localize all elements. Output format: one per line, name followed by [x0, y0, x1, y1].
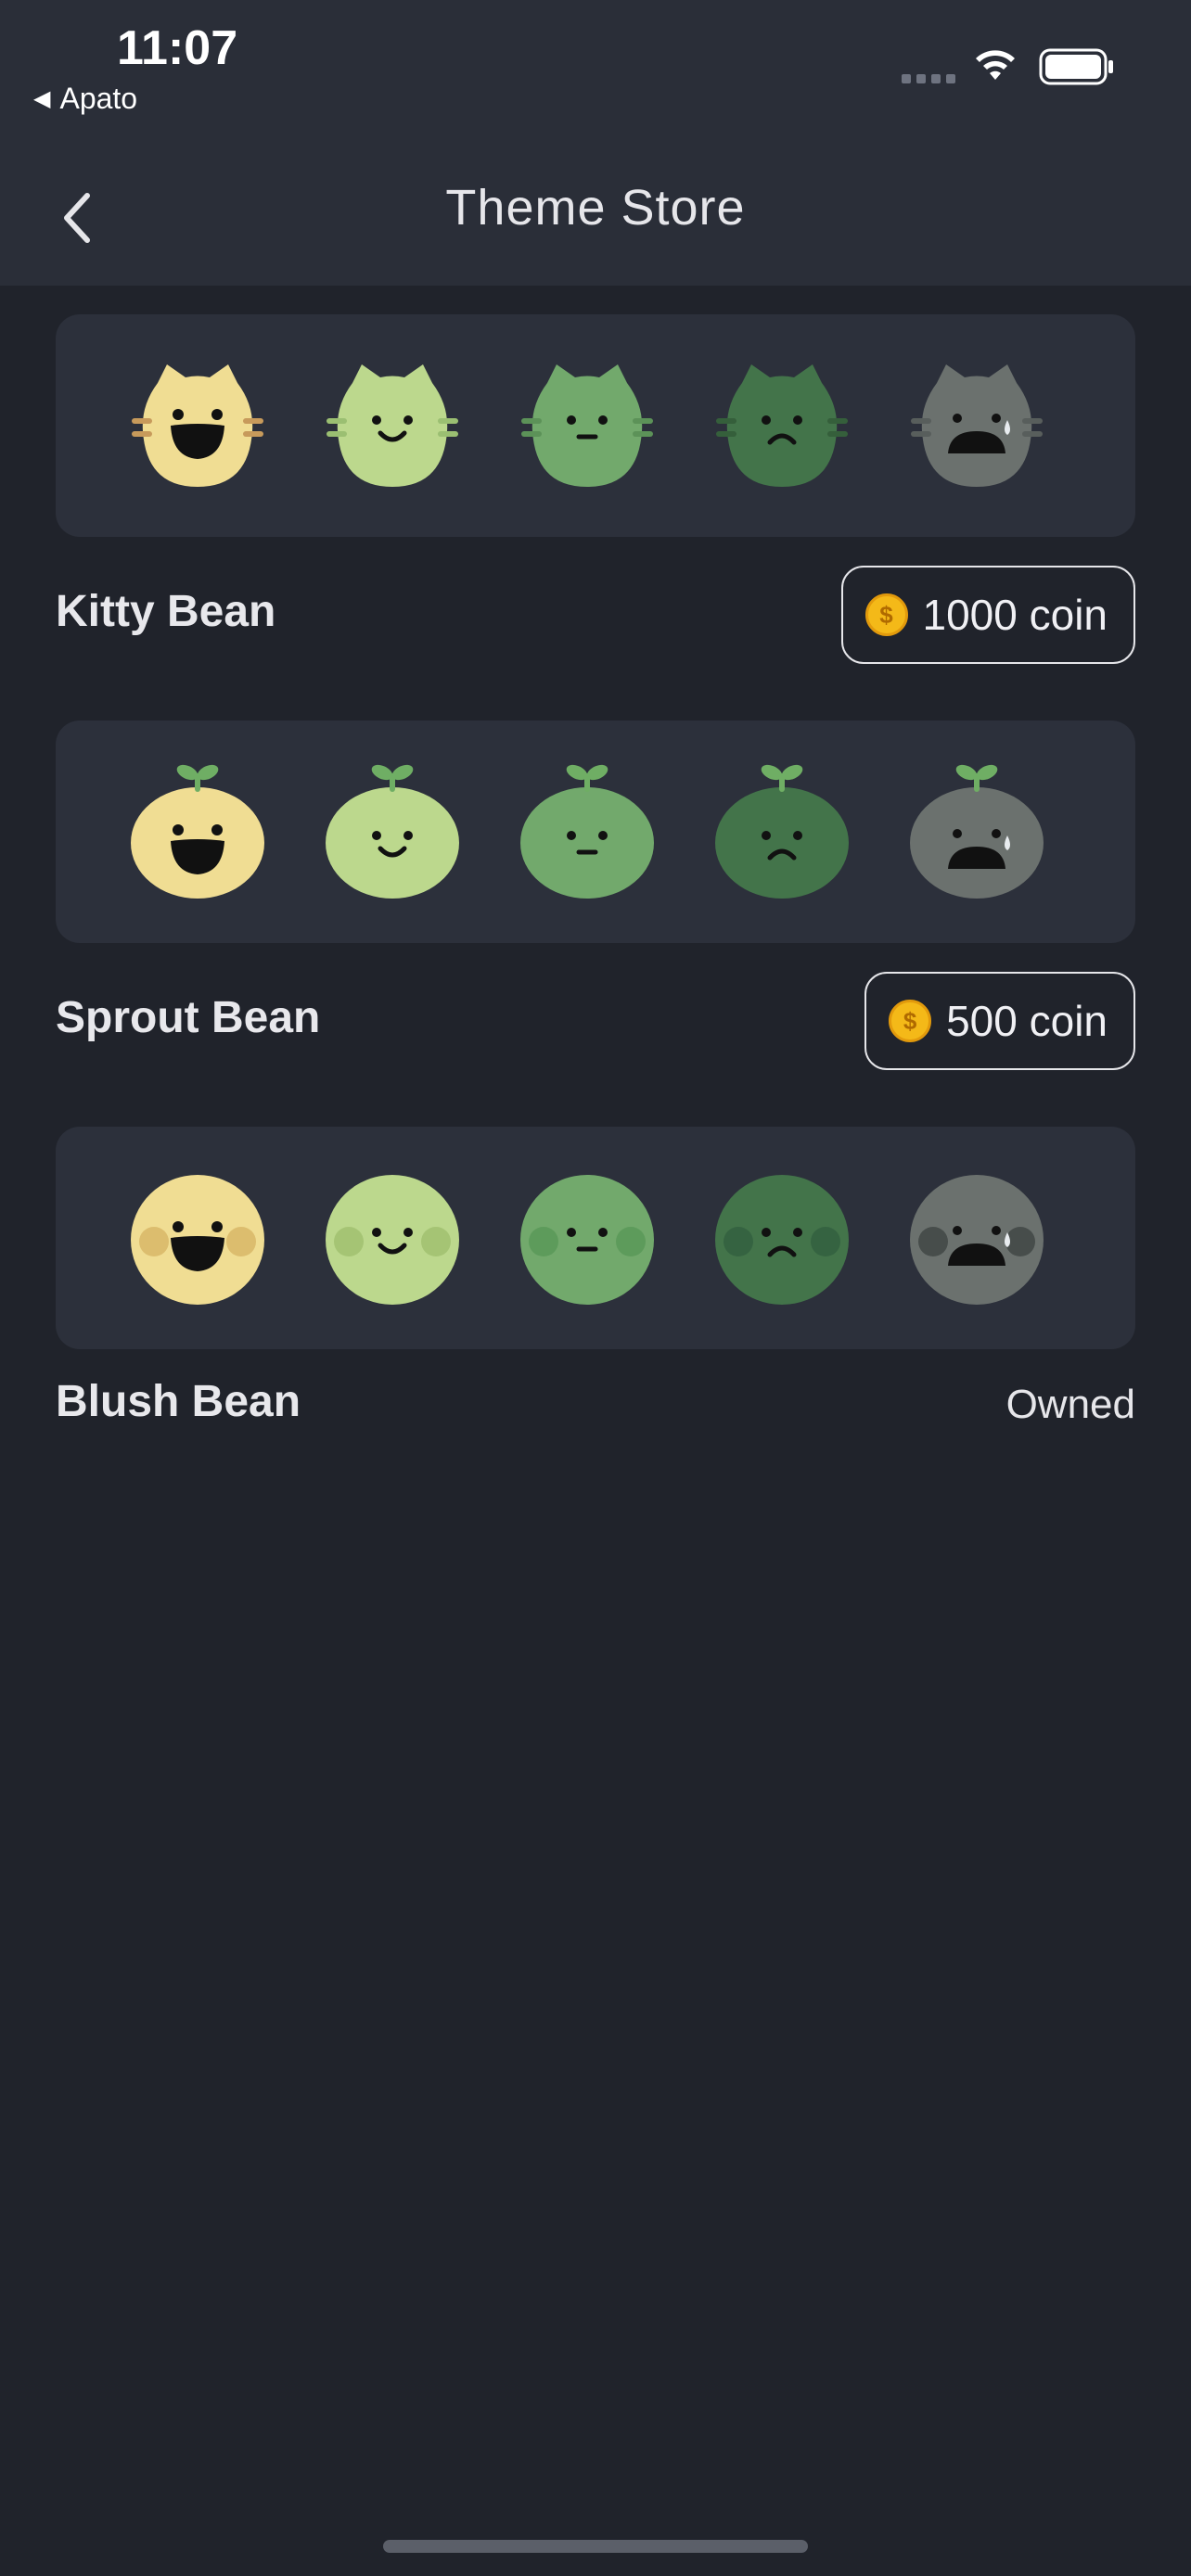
back-app-label: Apato: [59, 82, 138, 115]
status-time: 11:07: [117, 21, 238, 75]
awful-mood-face-icon: [909, 763, 1044, 899]
chevron-left-icon: [64, 193, 90, 243]
okay-mood-face-icon: [519, 1169, 655, 1305]
buy-theme-button[interactable]: $ 500 coin: [864, 972, 1135, 1070]
mood-face-row: [130, 763, 1044, 899]
nav-bar: Theme Store: [0, 148, 1191, 286]
owned-status-label: Owned: [1005, 1382, 1135, 1427]
okay-mood-face-icon: [519, 357, 655, 492]
status-bar: 11:07 ◀ Apato: [0, 0, 1191, 148]
mood-face-row: [130, 357, 1044, 492]
theme-name: Kitty Bean: [56, 587, 276, 636]
great-mood-face-icon: [130, 357, 265, 492]
great-mood-face-icon: [130, 763, 265, 899]
great-mood-face-icon: [130, 1169, 265, 1305]
bad-mood-face-icon: [714, 1169, 850, 1305]
cellular-signal-icon: [902, 74, 955, 83]
back-button[interactable]: [50, 176, 106, 260]
okay-mood-face-icon: [519, 763, 655, 899]
theme-preview-card[interactable]: [56, 721, 1135, 943]
good-mood-face-icon: [325, 357, 460, 492]
buy-theme-button[interactable]: $ 1000 coin: [840, 566, 1135, 664]
theme-name: Blush Bean: [56, 1377, 301, 1426]
page-title: Theme Store: [445, 180, 746, 236]
price-label: 500 coin: [946, 997, 1108, 1045]
theme-preview-card[interactable]: [56, 314, 1135, 537]
good-mood-face-icon: [325, 763, 460, 899]
home-indicator: [383, 2540, 808, 2553]
back-triangle-icon: ◀: [33, 86, 51, 111]
price-label: 1000 coin: [922, 591, 1108, 639]
theme-name: Sprout Bean: [56, 993, 321, 1042]
bad-mood-face-icon: [714, 763, 850, 899]
coin-icon: $: [889, 1000, 932, 1042]
battery-icon: [1039, 48, 1113, 85]
mood-face-row: [130, 1169, 1044, 1305]
back-to-app-link[interactable]: ◀ Apato: [33, 82, 137, 116]
bad-mood-face-icon: [714, 357, 850, 492]
wifi-icon: [976, 50, 1015, 80]
awful-mood-face-icon: [909, 357, 1044, 492]
awful-mood-face-icon: [909, 1169, 1044, 1305]
theme-preview-card[interactable]: [56, 1127, 1135, 1349]
good-mood-face-icon: [325, 1169, 460, 1305]
coin-icon: $: [864, 593, 908, 636]
